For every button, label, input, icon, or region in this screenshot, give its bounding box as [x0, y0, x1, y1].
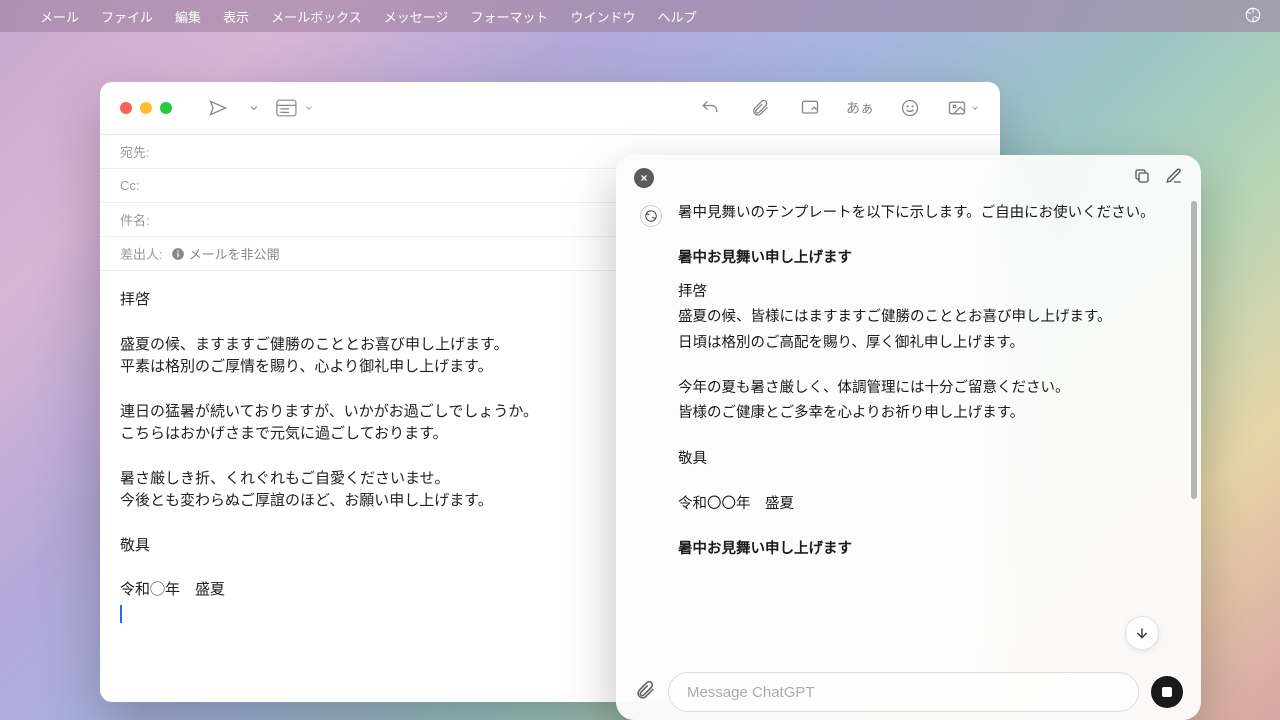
minimize-window-button[interactable]: [140, 102, 152, 114]
hide-my-email-pill[interactable]: メールを非公開: [171, 244, 280, 263]
chat-input-container[interactable]: [668, 672, 1139, 712]
hide-my-email-text: メールを非公開: [189, 244, 280, 263]
chat-block: 今年の夏も暑さ厳しく、体調管理には十分ご留意ください。 皆様のご健康とご多幸を心…: [678, 376, 1177, 427]
chatgpt-menubar-icon[interactable]: [1244, 6, 1262, 27]
menu-edit[interactable]: 編集: [175, 7, 201, 26]
close-window-button[interactable]: [120, 102, 132, 114]
send-button[interactable]: [204, 94, 232, 122]
stop-generating-button[interactable]: [1151, 676, 1183, 708]
assistant-avatar-icon: [640, 205, 662, 227]
menu-help[interactable]: ヘルプ: [657, 7, 696, 26]
chat-input-bar: [616, 664, 1201, 720]
menu-mailbox[interactable]: メールボックス: [271, 7, 362, 26]
chatgpt-panel: 暑中見舞いのテンプレートを以下に示します。ご自由にお使いください。 暑中お見舞い…: [616, 155, 1201, 720]
zoom-window-button[interactable]: [160, 102, 172, 114]
photo-browser-icon[interactable]: [946, 94, 980, 122]
chat-scrollbar-thumb[interactable]: [1191, 201, 1197, 499]
chat-heading: 暑中お見舞い申し上げます: [678, 246, 1177, 271]
format-text-button[interactable]: あぁ: [846, 98, 874, 118]
desktop: メール ファイル 編集 表示 メールボックス メッセージ フォーマット ウインド…: [0, 0, 1280, 720]
menu-message[interactable]: メッセージ: [384, 7, 449, 26]
chat-heading: 暑中お見舞い申し上げます: [678, 537, 1177, 562]
menu-view[interactable]: 表示: [223, 7, 249, 26]
chat-input[interactable]: [687, 684, 1120, 701]
assistant-message: 暑中見舞いのテンプレートを以下に示します。ご自由にお使いください。 暑中お見舞い…: [640, 201, 1177, 571]
reply-icon[interactable]: [696, 94, 724, 122]
menu-window[interactable]: ウインドウ: [570, 7, 635, 26]
from-label: 差出人:: [120, 244, 163, 263]
header-fields-button[interactable]: [276, 94, 314, 122]
mail-toolbar: あぁ: [100, 82, 1000, 134]
menubar: メール ファイル 編集 表示 メールボックス メッセージ フォーマット ウインド…: [0, 0, 1280, 32]
markup-icon[interactable]: [796, 94, 824, 122]
subject-label: 件名:: [120, 210, 150, 229]
text-cursor: [120, 605, 122, 623]
to-label: 宛先:: [120, 142, 150, 161]
close-chat-button[interactable]: [634, 168, 654, 188]
chat-attach-icon[interactable]: [634, 679, 656, 706]
stop-icon: [1162, 687, 1172, 697]
chat-scrollbar[interactable]: [1191, 201, 1197, 660]
chat-header: [616, 155, 1201, 201]
assistant-text: 暑中見舞いのテンプレートを以下に示します。ご自由にお使いください。 暑中お見舞い…: [678, 201, 1177, 571]
chat-block: 拝啓 盛夏の候、皆様にはますますご健勝のこととお喜び申し上げます。 日頃は格別の…: [678, 280, 1177, 356]
window-traffic-lights: [120, 102, 172, 114]
chat-date: 令和〇〇年 盛夏: [678, 492, 1177, 517]
chat-intro: 暑中見舞いのテンプレートを以下に示します。ご自由にお使いください。: [678, 201, 1177, 226]
scroll-to-bottom-button[interactable]: [1125, 616, 1159, 650]
send-dropdown-chevron-icon[interactable]: [248, 94, 260, 122]
cc-label: Cc:: [120, 178, 140, 193]
new-chat-icon[interactable]: [1165, 167, 1183, 190]
menu-app[interactable]: メール: [40, 7, 79, 26]
chat-closing: 敬具: [678, 447, 1177, 472]
chat-messages[interactable]: 暑中見舞いのテンプレートを以下に示します。ご自由にお使いください。 暑中お見舞い…: [616, 201, 1201, 664]
copy-icon[interactable]: [1133, 167, 1151, 190]
menu-format[interactable]: フォーマット: [470, 7, 548, 26]
attach-icon[interactable]: [746, 94, 774, 122]
menu-file[interactable]: ファイル: [101, 7, 153, 26]
emoji-icon[interactable]: [896, 94, 924, 122]
